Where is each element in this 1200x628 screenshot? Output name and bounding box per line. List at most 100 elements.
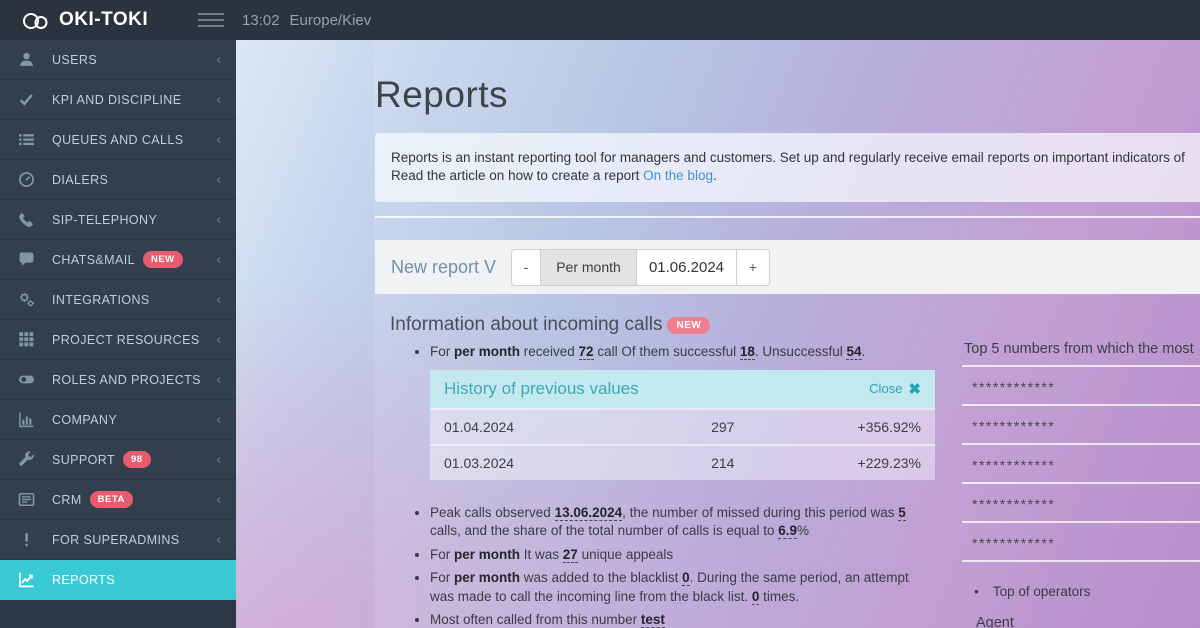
- date-input[interactable]: [637, 249, 737, 286]
- sidebar-item-for-superadmins[interactable]: FOR SUPERADMINS‹: [0, 520, 236, 560]
- stat-text: %: [797, 523, 809, 538]
- stat-text: Most often called from this number: [430, 612, 641, 627]
- chevron-left-icon: ‹: [216, 292, 222, 308]
- stat-value: per month: [454, 344, 520, 359]
- chevron-left-icon: ‹: [216, 212, 222, 228]
- stat-text: .: [862, 344, 866, 359]
- period-select-button[interactable]: Per month: [541, 249, 637, 286]
- history-row: 01.03.2024214+229.23%: [430, 444, 935, 480]
- sidebar: USERS‹KPI AND DISCIPLINE‹QUEUES AND CALL…: [0, 40, 236, 628]
- new-report-dropdown[interactable]: New report V: [391, 257, 509, 278]
- stat-text: call Of them successful: [594, 344, 740, 359]
- sidebar-item-label: QUEUES AND CALLS: [52, 133, 216, 147]
- history-date: 01.03.2024: [444, 455, 711, 471]
- stat-bullet: Most often called from this number test: [430, 611, 935, 628]
- description-line2: Read the article on how to create a repo…: [391, 167, 1200, 185]
- top-of-operators: Top of operators Agent: [962, 584, 1200, 628]
- stat-value: 54: [846, 344, 861, 360]
- history-change: +356.92%: [858, 419, 921, 435]
- incoming-calls-heading: Information about incoming calls NEW: [390, 314, 935, 336]
- sidebar-item-label: COMPANY: [52, 413, 216, 427]
- stat-text: calls, and the share of the total number…: [430, 523, 778, 538]
- wrench-icon: [0, 451, 52, 468]
- chevron-left-icon: ‹: [216, 532, 222, 548]
- agent-column-header: Agent: [976, 615, 1188, 628]
- stat-value: 0: [682, 570, 690, 586]
- stat-bullet: For per month was added to the blacklist…: [430, 569, 935, 606]
- description-box: Reports is an instant reporting tool for…: [375, 133, 1200, 202]
- stat-text: times.: [759, 589, 799, 604]
- check-icon: [0, 91, 52, 108]
- stat-value: test: [641, 612, 665, 628]
- sidebar-badge: NEW: [143, 251, 183, 268]
- history-date: 01.04.2024: [444, 419, 711, 435]
- sidebar-item-project-resources[interactable]: PROJECT RESOURCES‹: [0, 320, 236, 360]
- new-badge: NEW: [667, 317, 710, 334]
- sidebar-item-label: SUPPORT98: [52, 451, 216, 468]
- history-value: 214: [711, 455, 857, 471]
- top5-column: Top 5 numbers from which the most ******…: [962, 308, 1200, 628]
- sidebar-item-label: ROLES AND PROJECTS: [52, 373, 216, 387]
- on-the-blog-link[interactable]: On the blog: [643, 168, 713, 183]
- incoming-stats-list-2: Peak calls observed 13.06.2024, the numb…: [375, 504, 935, 628]
- top5-number-row: ************: [962, 445, 1200, 484]
- phone-icon: [0, 211, 52, 228]
- incoming-calls-title: Information about incoming calls: [390, 314, 662, 336]
- stat-text: was added to the blacklist: [520, 570, 682, 585]
- new-report-bar: New report V - Per month +: [375, 240, 1200, 294]
- chevron-left-icon: ‹: [216, 332, 222, 348]
- sidebar-item-crm[interactable]: CRMBETA‹: [0, 480, 236, 520]
- sidebar-item-dialers[interactable]: DIALERS‹: [0, 160, 236, 200]
- brand-name: OKI-TOKI: [59, 9, 148, 31]
- period-minus-button[interactable]: -: [511, 249, 541, 286]
- reports-icon: [0, 571, 52, 588]
- stat-value: 6.9: [778, 523, 797, 539]
- top5-number-row: ************: [962, 367, 1200, 406]
- main-content: Reports Reports is an instant reporting …: [236, 40, 1200, 628]
- hamburger-menu-icon[interactable]: [198, 9, 224, 31]
- stat-value: 72: [579, 344, 594, 360]
- stat-value: per month: [454, 570, 520, 585]
- sidebar-item-users[interactable]: USERS‹: [0, 40, 236, 80]
- stat-value: 18: [740, 344, 755, 360]
- history-value: 297: [711, 419, 857, 435]
- top5-heading: Top 5 numbers from which the most: [962, 341, 1200, 367]
- sidebar-item-chats-mail[interactable]: CHATS&MAILNEW‹: [0, 240, 236, 280]
- stat-value: 5: [898, 505, 906, 521]
- stat-text: unique appeals: [578, 547, 673, 562]
- chevron-left-icon: ‹: [216, 452, 222, 468]
- clock-time: 13:02: [242, 12, 280, 29]
- chevron-left-icon: ‹: [216, 372, 222, 388]
- sidebar-item-kpi-and-discipline[interactable]: KPI AND DISCIPLINE‹: [0, 80, 236, 120]
- sidebar-item-sip-telephony[interactable]: SIP-TELEPHONY‹: [0, 200, 236, 240]
- brand-logo[interactable]: OKI-TOKI: [20, 9, 190, 31]
- sidebar-item-company[interactable]: COMPANY‹: [0, 400, 236, 440]
- stat-value: 27: [563, 547, 578, 563]
- chat-icon: [0, 251, 52, 268]
- stat-bullet: For per month received 72 call Of them s…: [430, 343, 935, 362]
- history-row: 01.04.2024297+356.92%: [430, 408, 935, 444]
- stat-value: per month: [454, 547, 520, 562]
- history-title: History of previous values: [444, 379, 639, 399]
- sidebar-item-label: INTEGRATIONS: [52, 293, 216, 307]
- close-icon: ✖: [908, 380, 921, 398]
- report-columns: Information about incoming calls NEW For…: [375, 308, 1200, 628]
- sidebar-item-reports[interactable]: REPORTS: [0, 560, 236, 600]
- sidebar-item-roles-and-projects[interactable]: ROLES AND PROJECTS‹: [0, 360, 236, 400]
- stat-text: received: [520, 344, 579, 359]
- description-line1: Reports is an instant reporting tool for…: [391, 149, 1200, 167]
- sidebar-item-label: SIP-TELEPHONY: [52, 213, 216, 227]
- timezone-label[interactable]: Europe/Kiev: [290, 12, 372, 29]
- period-plus-button[interactable]: +: [737, 249, 770, 286]
- bar-chart-icon: [0, 411, 52, 428]
- sidebar-item-support[interactable]: SUPPORT98‹: [0, 440, 236, 480]
- sidebar-item-label: KPI AND DISCIPLINE: [52, 93, 216, 107]
- gears-icon: [0, 291, 52, 308]
- stat-value: 13.06.2024: [555, 505, 623, 521]
- stat-text: For: [430, 344, 454, 359]
- sidebar-item-integrations[interactable]: INTEGRATIONS‹: [0, 280, 236, 320]
- chevron-left-icon: ‹: [216, 492, 222, 508]
- history-panel: History of previous values Close ✖ 01.04…: [430, 370, 935, 480]
- history-close-button[interactable]: Close ✖: [869, 380, 921, 398]
- sidebar-item-queues-and-calls[interactable]: QUEUES AND CALLS‹: [0, 120, 236, 160]
